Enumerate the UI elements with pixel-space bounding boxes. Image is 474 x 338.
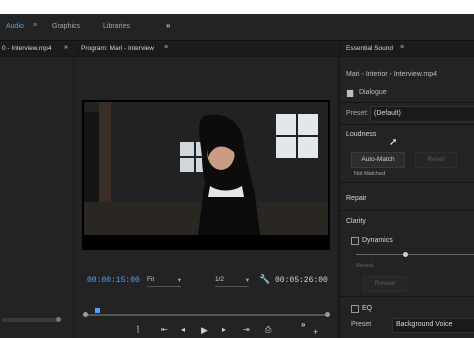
- dynamics-label: Dynamics: [362, 237, 393, 244]
- chevron-down-icon: ▾: [245, 277, 249, 284]
- divider: [340, 296, 474, 297]
- preset-value: (Default): [374, 110, 401, 117]
- loudness-heading[interactable]: Loudness: [346, 131, 376, 138]
- source-overflow-icon[interactable]: »: [64, 44, 68, 51]
- step-back-icon[interactable]: ◂: [181, 325, 185, 334]
- auto-match-button[interactable]: Auto-Match: [351, 152, 405, 168]
- divider: [340, 182, 474, 183]
- clip-name: Mari - Interior - Interview.mp4: [346, 71, 438, 78]
- duration-timecode: 00:05:26:00: [275, 276, 328, 285]
- go-to-out-icon[interactable]: ⇥: [243, 325, 250, 334]
- loudness-status: Not Matched: [354, 171, 386, 177]
- go-to-in-icon[interactable]: ⇤: [161, 325, 168, 334]
- chevron-down-icon: ▾: [177, 277, 181, 284]
- playhead-timecode[interactable]: 00:00:15:00: [87, 276, 140, 285]
- eq-preset-value: Background Voice: [396, 321, 453, 328]
- dynamics-reveal-button[interactable]: Reveal: [363, 276, 407, 292]
- eq-checkbox[interactable]: [351, 305, 359, 313]
- program-video-frame[interactable]: [82, 100, 330, 250]
- in-point-handle[interactable]: [83, 312, 88, 317]
- mark-in-icon[interactable]: ⌉: [136, 325, 139, 334]
- clarity-heading[interactable]: Clarity: [346, 218, 366, 225]
- source-scroll-handle[interactable]: [56, 317, 61, 322]
- repair-heading[interactable]: Repair: [346, 195, 367, 202]
- playback-resolution-select[interactable]: 1/2 ▾: [215, 276, 249, 287]
- divider: [340, 210, 474, 211]
- out-point-handle[interactable]: [325, 312, 330, 317]
- zoom-level-value: Fit: [147, 276, 155, 283]
- dynamics-checkbox[interactable]: [351, 237, 359, 245]
- program-monitor-title[interactable]: Program: Mari - Interview: [81, 45, 154, 52]
- program-menu-icon[interactable]: ≡: [164, 44, 168, 51]
- clip-type-label: Dialogue: [359, 89, 387, 96]
- dynamics-scale-label: Reveal: [356, 263, 374, 269]
- dynamics-slider-track[interactable]: [356, 254, 474, 255]
- workspace-bar: Audio ≡ Graphics Libraries »: [0, 14, 474, 41]
- workspace-overflow-icon[interactable]: »: [166, 21, 170, 30]
- play-icon[interactable]: ▶: [201, 325, 208, 336]
- zoom-level-select[interactable]: Fit ▾: [147, 276, 181, 287]
- time-ruler-track: [85, 314, 328, 316]
- playback-resolution-value: 1/2: [215, 276, 225, 283]
- preset-select[interactable]: (Default): [370, 106, 474, 122]
- essential-sound-header: Essential Sound ≡: [340, 42, 474, 57]
- wrench-icon[interactable]: 🔧: [259, 274, 270, 285]
- source-panel-header: 0 - Interview.mp4 »: [0, 42, 73, 57]
- playhead-handle[interactable]: [94, 308, 100, 313]
- program-monitor-header: Program: Mari - Interview ≡: [75, 42, 337, 57]
- preset-label: Preset:: [346, 110, 369, 117]
- time-ruler[interactable]: [83, 308, 330, 318]
- mouse-cursor-icon: ➚: [389, 137, 398, 148]
- eq-preset-label: Preset: [351, 321, 372, 328]
- workspace-tab-libraries[interactable]: Libraries: [103, 23, 130, 30]
- more-controls-icon[interactable]: »: [301, 320, 305, 329]
- source-panel: 0 - Interview.mp4 »: [0, 42, 73, 338]
- source-scrollbar[interactable]: [2, 318, 60, 322]
- workspace-tab-graphics[interactable]: Graphics: [52, 23, 80, 30]
- divider: [340, 102, 474, 103]
- essential-sound-panel: Essential Sound ≡: [339, 42, 474, 338]
- source-panel-title[interactable]: 0 - Interview.mp4: [2, 45, 52, 52]
- video-scene-image: [84, 102, 328, 235]
- essential-sound-menu-icon[interactable]: ≡: [400, 44, 404, 51]
- add-button-icon[interactable]: +: [313, 327, 318, 337]
- workspace-menu-icon[interactable]: ≡: [33, 22, 37, 29]
- dialogue-icon: ▆: [347, 88, 354, 97]
- essential-sound-title[interactable]: Essential Sound: [346, 45, 393, 52]
- workspace-tab-audio[interactable]: Audio: [6, 23, 24, 30]
- export-frame-icon[interactable]: ⎙: [265, 325, 271, 335]
- premiere-window: Audio ≡ Graphics Libraries » 0 - Intervi…: [0, 14, 474, 338]
- reset-button[interactable]: Reset: [415, 152, 457, 168]
- eq-preset-select[interactable]: Background Voice: [392, 318, 474, 333]
- divider: [340, 124, 474, 125]
- eq-label: EQ: [362, 305, 373, 312]
- step-forward-icon[interactable]: ▸: [222, 325, 226, 334]
